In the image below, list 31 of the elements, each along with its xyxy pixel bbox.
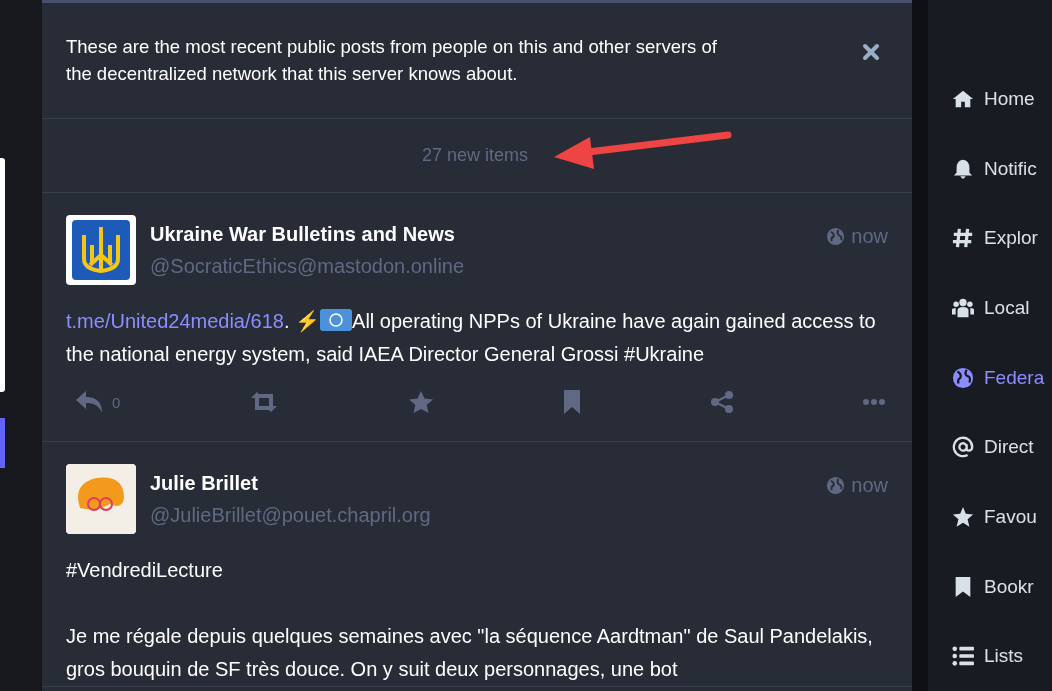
post-text: #VendrediLecture (66, 558, 224, 583)
nav-link[interactable]: Notific (952, 133, 1052, 204)
bell-icon (952, 157, 974, 180)
star-icon (952, 505, 974, 528)
nav-link[interactable]: Bookr (952, 551, 1052, 622)
avatar-picture[interactable] (66, 215, 136, 285)
nav-link[interactable]: Federa (952, 342, 1052, 413)
flag-icon (320, 309, 353, 331)
active-indicator (0, 418, 5, 468)
explanation-text: These are the most recent public posts from people on this and other servers of the decentralized network that this server knows about. (66, 35, 718, 86)
display-name[interactable]: Ukraine War Bulletins and News (150, 221, 827, 247)
avatar-picture[interactable] (66, 464, 136, 534)
globe-icon (952, 366, 974, 389)
nav-link[interactable]: Home (952, 64, 1052, 134)
nav-link[interactable]: Lists (952, 621, 1052, 691)
at-icon (952, 436, 974, 459)
post-text: Je me régale depuis quelques semaines avec "la séquence Aardtman" de Saul Pandelakis, gros bouquin de SF très douce. On y suit deux personnages, une bot (66, 624, 874, 682)
nav-link[interactable]: Direct (952, 412, 1052, 483)
post-text: t.me/United24media/618. ⚡ All operating NPPs of Ukraine have again gained access to the national energy system, said IAEA Director General Grossi #Ukraine (66, 308, 876, 367)
face-sketch-icon (66, 464, 136, 534)
nav-link[interactable]: Local (952, 273, 1052, 343)
reply-icon (74, 389, 104, 415)
hash-icon (952, 227, 974, 250)
post-link[interactable]: t.me/United24media/618 (66, 310, 284, 332)
globe-icon (826, 227, 846, 246)
display-name[interactable]: Julie Brillet (150, 470, 827, 496)
users-icon (952, 296, 974, 319)
globe-icon (826, 476, 846, 495)
nav-link[interactable]: Favou (952, 482, 1052, 552)
list-icon (952, 645, 974, 668)
nav-link[interactable]: Explor (952, 203, 1052, 273)
